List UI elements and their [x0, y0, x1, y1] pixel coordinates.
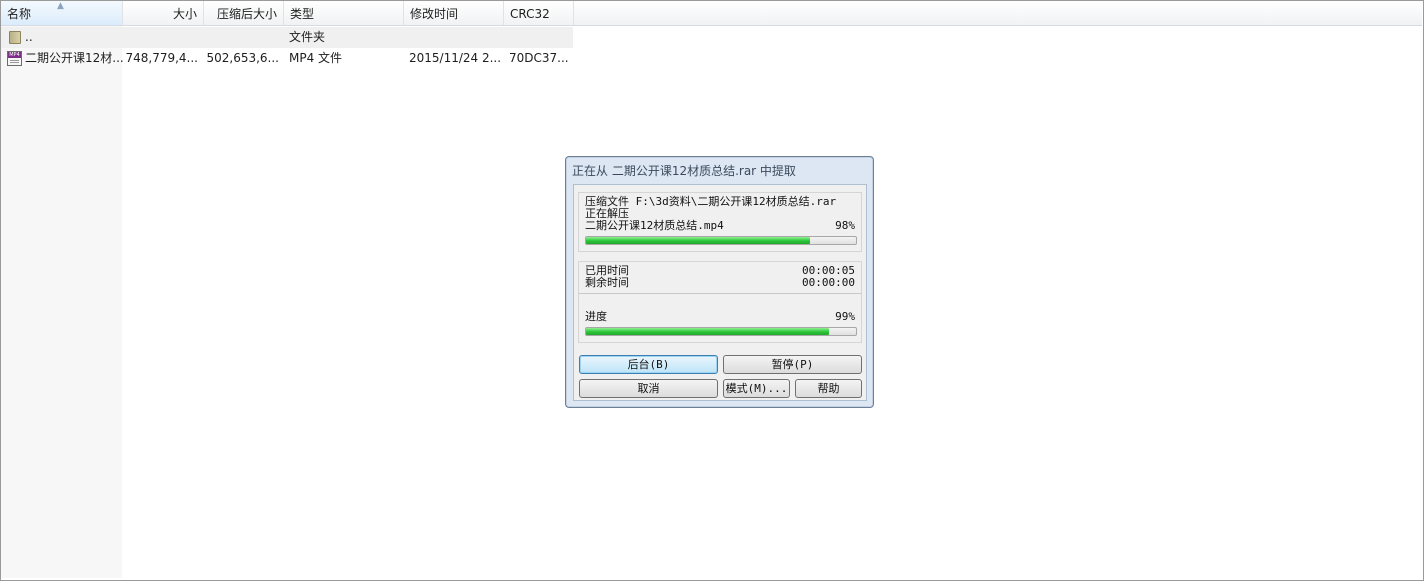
name-column-background [1, 26, 122, 578]
col-header-size-label: 大小 [172, 7, 197, 21]
file-progress-fill [586, 237, 811, 244]
mp4-file-icon: MP4 [7, 51, 22, 66]
background-button[interactable]: 后台(B) [579, 355, 718, 374]
col-header-type[interactable]: 类型 [284, 1, 404, 25]
file-crc: 70DC37... [509, 51, 569, 65]
extract-progress-dialog: 正在从 二期公开课12材质总结.rar 中提取 压缩文件 F:\3d资料\二期公… [565, 156, 874, 408]
total-percent: 99% [835, 310, 855, 323]
folder-up-icon [9, 31, 21, 44]
file-progress-bar [585, 236, 857, 245]
pause-button[interactable]: 暂停(P) [723, 355, 862, 374]
total-progress-fill [586, 328, 829, 335]
sort-arrow-icon: ▲ [57, 1, 64, 11]
col-header-packed[interactable]: 压缩后大小 [204, 1, 284, 25]
time-progress-group: 已用时间 00:00:05 剩余时间 00:00:00 进度 99% [578, 261, 862, 343]
col-header-crc[interactable]: CRC32 [504, 1, 574, 25]
col-header-size[interactable]: 大小 [123, 1, 204, 25]
remaining-value: 00:00:00 [802, 276, 855, 289]
col-header-name-label: 名称 [7, 7, 32, 21]
file-type: 文件夹 [289, 30, 326, 44]
mode-button[interactable]: 模式(M)... [723, 379, 790, 398]
col-header-modified[interactable]: 修改时间 [404, 1, 504, 25]
col-header-modified-label: 修改时间 [410, 7, 459, 21]
help-button[interactable]: 帮助 [795, 379, 862, 398]
col-header-crc-label: CRC32 [510, 7, 550, 21]
file-name: 二期公开课12材... [25, 51, 123, 65]
file-progress-group: 压缩文件 F:\3d资料\二期公开课12材质总结.rar 正在解压 二期公开课1… [578, 192, 862, 252]
column-header: ▲ 名称 大小 压缩后大小 类型 修改时间 CRC32 [1, 1, 1422, 26]
dialog-body: 压缩文件 F:\3d资料\二期公开课12材质总结.rar 正在解压 二期公开课1… [573, 184, 867, 401]
table-row[interactable]: .. 文件夹 [1, 27, 573, 48]
file-packed-size: 502,653,6... [206, 51, 279, 65]
col-header-type-label: 类型 [290, 7, 315, 21]
divider [579, 293, 861, 294]
total-progress-bar [585, 327, 857, 336]
cancel-button[interactable]: 取消 [579, 379, 718, 398]
file-modified: 2015/11/24 2... [409, 51, 502, 65]
dialog-title: 正在从 二期公开课12材质总结.rar 中提取 [572, 164, 796, 178]
file-name: .. [25, 30, 33, 44]
remaining-label: 剩余时间 [585, 276, 629, 289]
table-row[interactable]: MP4 二期公开课12材... 748,779,4... 502,653,6..… [1, 48, 573, 69]
col-header-packed-label: 压缩后大小 [216, 7, 277, 21]
file-size: 748,779,4... [125, 51, 198, 65]
current-file: 二期公开课12材质总结.mp4 [585, 219, 724, 232]
file-type: MP4 文件 [289, 51, 343, 65]
col-header-name[interactable]: ▲ 名称 [1, 1, 123, 25]
file-percent: 98% [835, 219, 855, 232]
progress-label: 进度 [585, 310, 607, 323]
